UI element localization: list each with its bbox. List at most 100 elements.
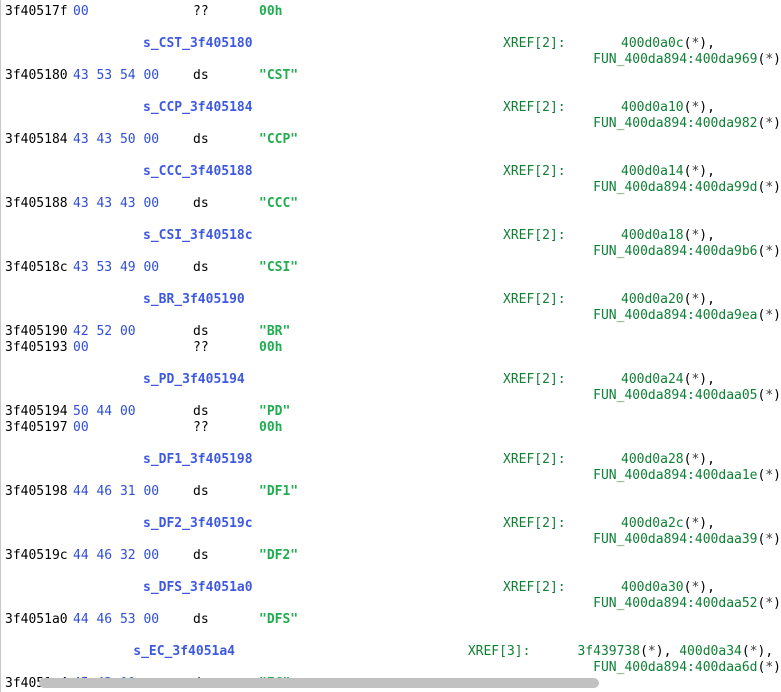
data-row[interactable]: 3f40517f00??00h [5,4,781,20]
xref-list: FUN_400da894:400daa6d(*) [593,660,781,676]
xref-function[interactable]: FUN_400da894:400da9ea [593,308,757,323]
data-row[interactable]: 3f40519700??00h [5,420,781,436]
xref-address[interactable]: 400d0a28 [621,452,684,467]
blank-row [5,148,781,164]
xref-function[interactable]: FUN_400da894:400da982 [593,116,757,131]
label-row[interactable]: s_BR_3f405190XREF[2]:400d0a20(*), [5,292,781,308]
bytes: 00 [73,420,193,436]
data-row[interactable]: 3f40518043 53 54 00ds"CST" [5,68,781,84]
symbol-label[interactable]: s_EC_3f4051a4 [133,644,468,660]
xref-continuation-row: FUN_400da894:400daa05(*) [5,388,781,404]
label-row[interactable]: s_CCP_3f405184XREF[2]:400d0a10(*), [5,100,781,116]
label-row[interactable]: s_CCC_3f405188XREF[2]:400d0a14(*), [5,164,781,180]
label-row[interactable]: s_CST_3f405180XREF[2]:400d0a0c(*), [5,36,781,52]
address: 3f405180 [5,68,73,84]
xref-function[interactable]: FUN_400da894:400da9b6 [593,244,757,259]
xref-list: FUN_400da894:400da969(*) [593,52,781,68]
xref-function[interactable]: FUN_400da894:400daa39 [593,532,757,547]
disassembly-listing[interactable]: 3f40517f00??00hs_CST_3f405180XREF[2]:400… [0,0,781,692]
label-row[interactable]: s_DFS_3f4051a0XREF[2]:400d0a30(*), [5,580,781,596]
label-row[interactable]: s_DF2_3f40519cXREF[2]:400d0a2c(*), [5,516,781,532]
data-row[interactable]: 3f40519c44 46 32 00ds"DF2" [5,548,781,564]
mnemonic: ?? [193,340,259,356]
blank-row [5,564,781,580]
operand: "DF1" [259,484,379,500]
symbol-label[interactable]: s_DF2_3f40519c [143,516,503,532]
xref-list: FUN_400da894:400daa05(*) [593,388,781,404]
bytes: 42 52 00 [73,324,193,340]
xref-address[interactable]: 400d0a14 [621,164,684,179]
data-row[interactable]: 3f40519844 46 31 00ds"DF1" [5,484,781,500]
symbol-label[interactable]: s_CSI_3f40518c [143,228,503,244]
symbol-label[interactable]: s_DF1_3f405198 [143,452,503,468]
blank-row [5,356,781,372]
xref-function[interactable]: FUN_400da894:400da99d [593,180,757,195]
label-row[interactable]: s_EC_3f4051a4XREF[3]:3f439738(*), 400d0a… [5,644,781,660]
address: 3f405194 [5,404,73,420]
xref-function[interactable]: FUN_400da894:400daa6d [593,660,757,675]
xref-address[interactable]: 400d0a2c [621,516,684,531]
symbol-label[interactable]: s_CST_3f405180 [143,36,503,52]
xref-address[interactable]: 400d0a34 [679,644,742,659]
xref-address[interactable]: 400d0a18 [621,228,684,243]
mnemonic: ?? [193,420,259,436]
xref-continuation-row: FUN_400da894:400da982(*) [5,116,781,132]
bytes: 43 53 54 00 [73,68,193,84]
data-row[interactable]: 3f40518443 43 50 00ds"CCP" [5,132,781,148]
bytes: 44 46 32 00 [73,548,193,564]
xref-header: XREF[2]: [503,292,621,308]
xref-function[interactable]: FUN_400da894:400da969 [593,52,757,67]
xref-function[interactable]: FUN_400da894:400daa05 [593,388,757,403]
data-row[interactable]: 3f40519042 52 00ds"BR" [5,324,781,340]
operand: "DFS" [259,612,379,628]
xref-list: 400d0a30(*), [621,580,723,596]
horizontal-scrollbar[interactable] [15,678,775,690]
operand: "CSI" [259,260,379,276]
xref-address[interactable]: 400d0a0c [621,36,684,51]
label-row[interactable]: s_PD_3f405194XREF[2]:400d0a24(*), [5,372,781,388]
xref-list: 400d0a28(*), [621,452,723,468]
xref-function[interactable]: FUN_400da894:400daa1e [593,468,757,483]
address: 3f405184 [5,132,73,148]
xref-list: 400d0a0c(*), [621,36,723,52]
operand: "CCC" [259,196,379,212]
symbol-label[interactable]: s_DFS_3f4051a0 [143,580,503,596]
label-row[interactable]: s_DF1_3f405198XREF[2]:400d0a28(*), [5,452,781,468]
xref-address[interactable]: 400d0a24 [621,372,684,387]
data-row[interactable]: 3f4051a044 46 53 00ds"DFS" [5,612,781,628]
data-row[interactable]: 3f40518843 43 43 00ds"CCC" [5,196,781,212]
symbol-label[interactable]: s_BR_3f405190 [143,292,503,308]
xref-address[interactable]: 400d0a30 [621,580,684,595]
xref-continuation-row: FUN_400da894:400da99d(*) [5,180,781,196]
blank-row [5,500,781,516]
data-row[interactable]: 3f40519300??00h [5,340,781,356]
data-row[interactable]: 3f40519450 44 00ds"PD" [5,404,781,420]
blank-row [5,84,781,100]
xref-continuation-row: FUN_400da894:400daa52(*) [5,596,781,612]
blank-row [5,212,781,228]
operand: "BR" [259,324,379,340]
bytes: 00 [73,340,193,356]
address: 3f405193 [5,340,73,356]
address: 3f405188 [5,196,73,212]
xref-address[interactable]: 400d0a20 [621,292,684,307]
xref-function[interactable]: FUN_400da894:400daa52 [593,596,757,611]
xref-list: FUN_400da894:400daa39(*) [593,532,781,548]
symbol-label[interactable]: s_CCC_3f405188 [143,164,503,180]
symbol-label[interactable]: s_CCP_3f405184 [143,100,503,116]
blank-row [5,20,781,36]
xref-continuation-row: FUN_400da894:400da9ea(*) [5,308,781,324]
xref-address[interactable]: 400d0a10 [621,100,684,115]
xref-address[interactable]: 3f439738 [577,644,640,659]
label-row[interactable]: s_CSI_3f40518cXREF[2]:400d0a18(*), [5,228,781,244]
operand: "CCP" [259,132,379,148]
bytes: 43 43 50 00 [73,132,193,148]
scrollbar-thumb[interactable] [39,678,599,688]
xref-list: 400d0a24(*), [621,372,723,388]
data-row[interactable]: 3f40518c43 53 49 00ds"CSI" [5,260,781,276]
symbol-label[interactable]: s_PD_3f405194 [143,372,503,388]
bytes: 50 44 00 [73,404,193,420]
operand: "PD" [259,404,379,420]
xref-list: FUN_400da894:400da9b6(*) [593,244,781,260]
mnemonic: ds [193,484,259,500]
